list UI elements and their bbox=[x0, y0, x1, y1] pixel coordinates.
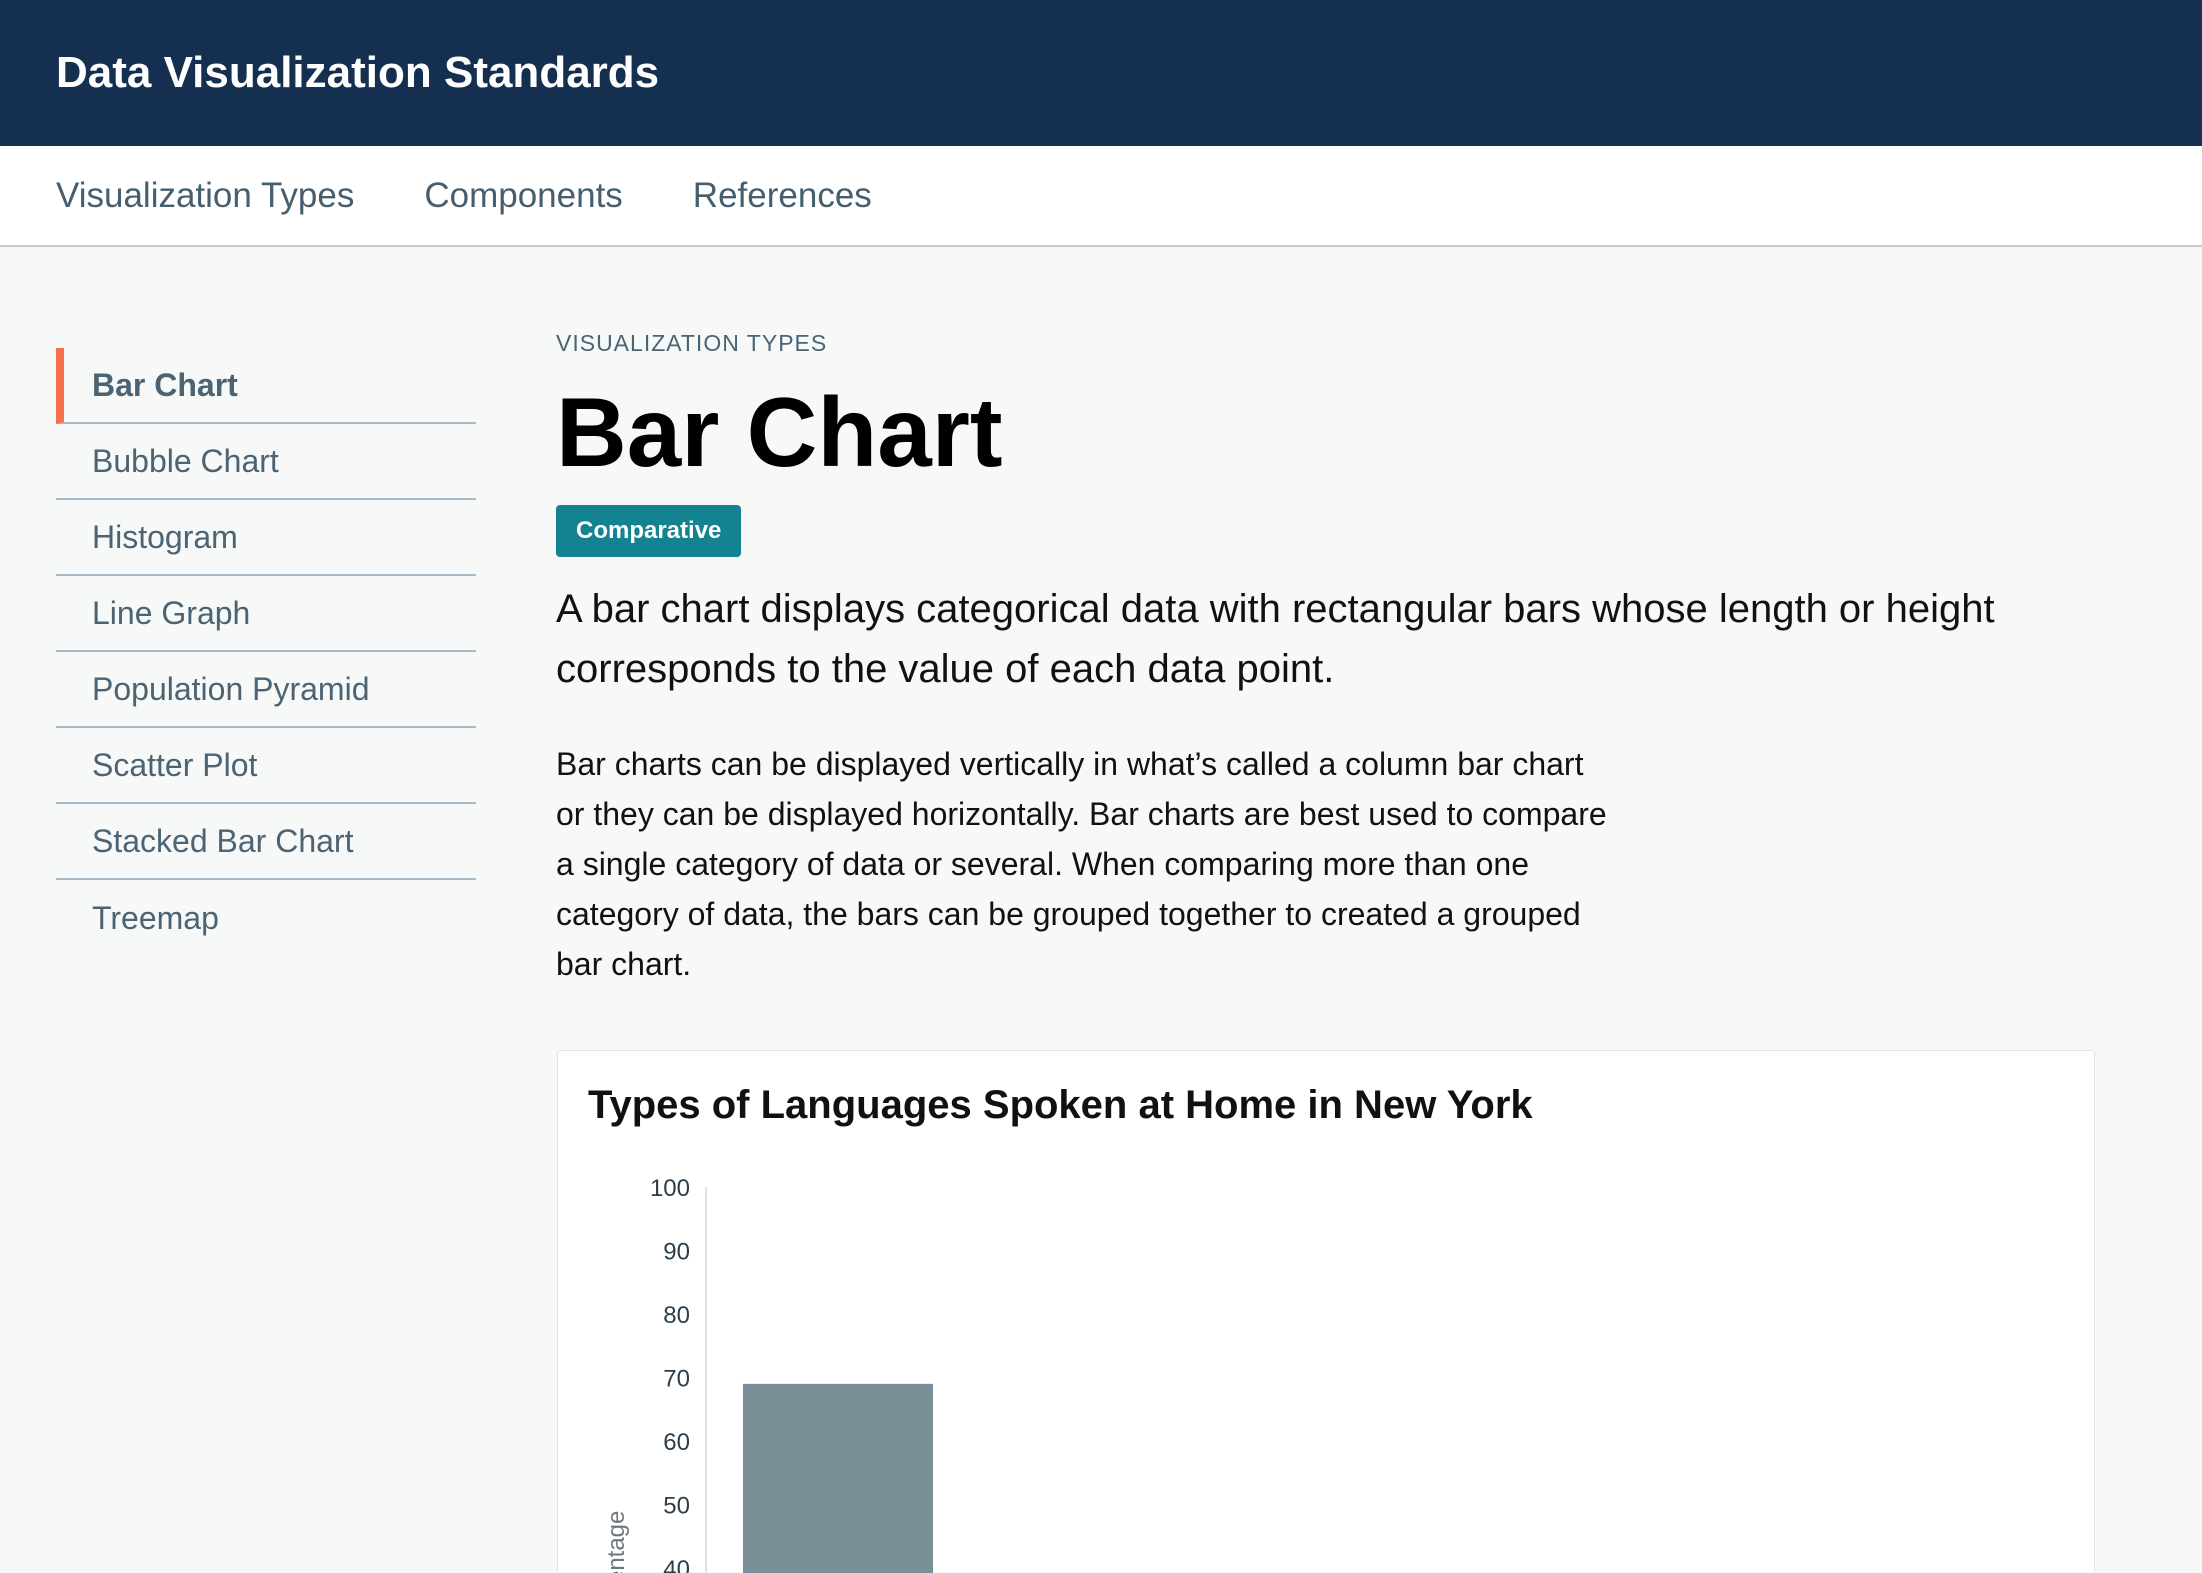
sidebar-item-treemap[interactable]: Treemap bbox=[56, 880, 476, 956]
main-content: VISUALIZATION TYPES Bar Chart Comparativ… bbox=[556, 330, 2096, 989]
y-axis-label: Percentage bbox=[603, 1511, 630, 1573]
body-paragraph: Bar charts can be displayed vertically i… bbox=[556, 746, 1607, 982]
sidebar-item-stacked-bar-chart[interactable]: Stacked Bar Chart bbox=[56, 804, 476, 880]
nav-references[interactable]: References bbox=[693, 176, 872, 216]
sidebar-item-population-pyramid[interactable]: Population Pyramid bbox=[56, 652, 476, 728]
sidebar-item-line-graph[interactable]: Line Graph bbox=[56, 576, 476, 652]
y-tick-label: 60 bbox=[663, 1429, 690, 1456]
app-header: Data Visualization Standards bbox=[0, 0, 2202, 146]
sidebar-item-scatter-plot[interactable]: Scatter Plot bbox=[56, 728, 476, 804]
sidebar-item-bubble-chart[interactable]: Bubble Chart bbox=[56, 424, 476, 500]
category-badge: Comparative bbox=[556, 505, 742, 557]
page-title: Bar Chart bbox=[556, 377, 1003, 487]
y-tick-label: 40 bbox=[663, 1556, 690, 1573]
chart-card: Types of Languages Spoken at Home in New… bbox=[557, 1050, 2095, 1573]
y-tick-label: 70 bbox=[663, 1366, 690, 1393]
app-title: Data Visualization Standards bbox=[56, 48, 660, 97]
bar-chart: 100 90 80 70 60 50 40 Percentage bbox=[603, 1175, 933, 1573]
y-tick-label: 90 bbox=[663, 1239, 690, 1266]
y-tick-label: 80 bbox=[663, 1302, 690, 1329]
y-tick-label: 50 bbox=[663, 1493, 690, 1520]
nav-visualization-types[interactable]: Visualization Types bbox=[56, 176, 354, 216]
bar bbox=[743, 1383, 933, 1573]
y-tick-label: 100 bbox=[650, 1175, 690, 1202]
nav-components[interactable]: Components bbox=[424, 176, 622, 216]
sidebar-item-bar-chart[interactable]: Bar Chart bbox=[56, 348, 476, 424]
breadcrumb[interactable]: VISUALIZATION TYPES bbox=[556, 330, 2096, 357]
top-nav: Visualization Types Components Reference… bbox=[0, 146, 2202, 247]
sidebar-item-histogram[interactable]: Histogram bbox=[56, 500, 476, 576]
sidebar: Bar Chart Bubble Chart Histogram Line Gr… bbox=[56, 348, 476, 956]
lead-paragraph: A bar chart displays categorical data wi… bbox=[556, 587, 1995, 691]
